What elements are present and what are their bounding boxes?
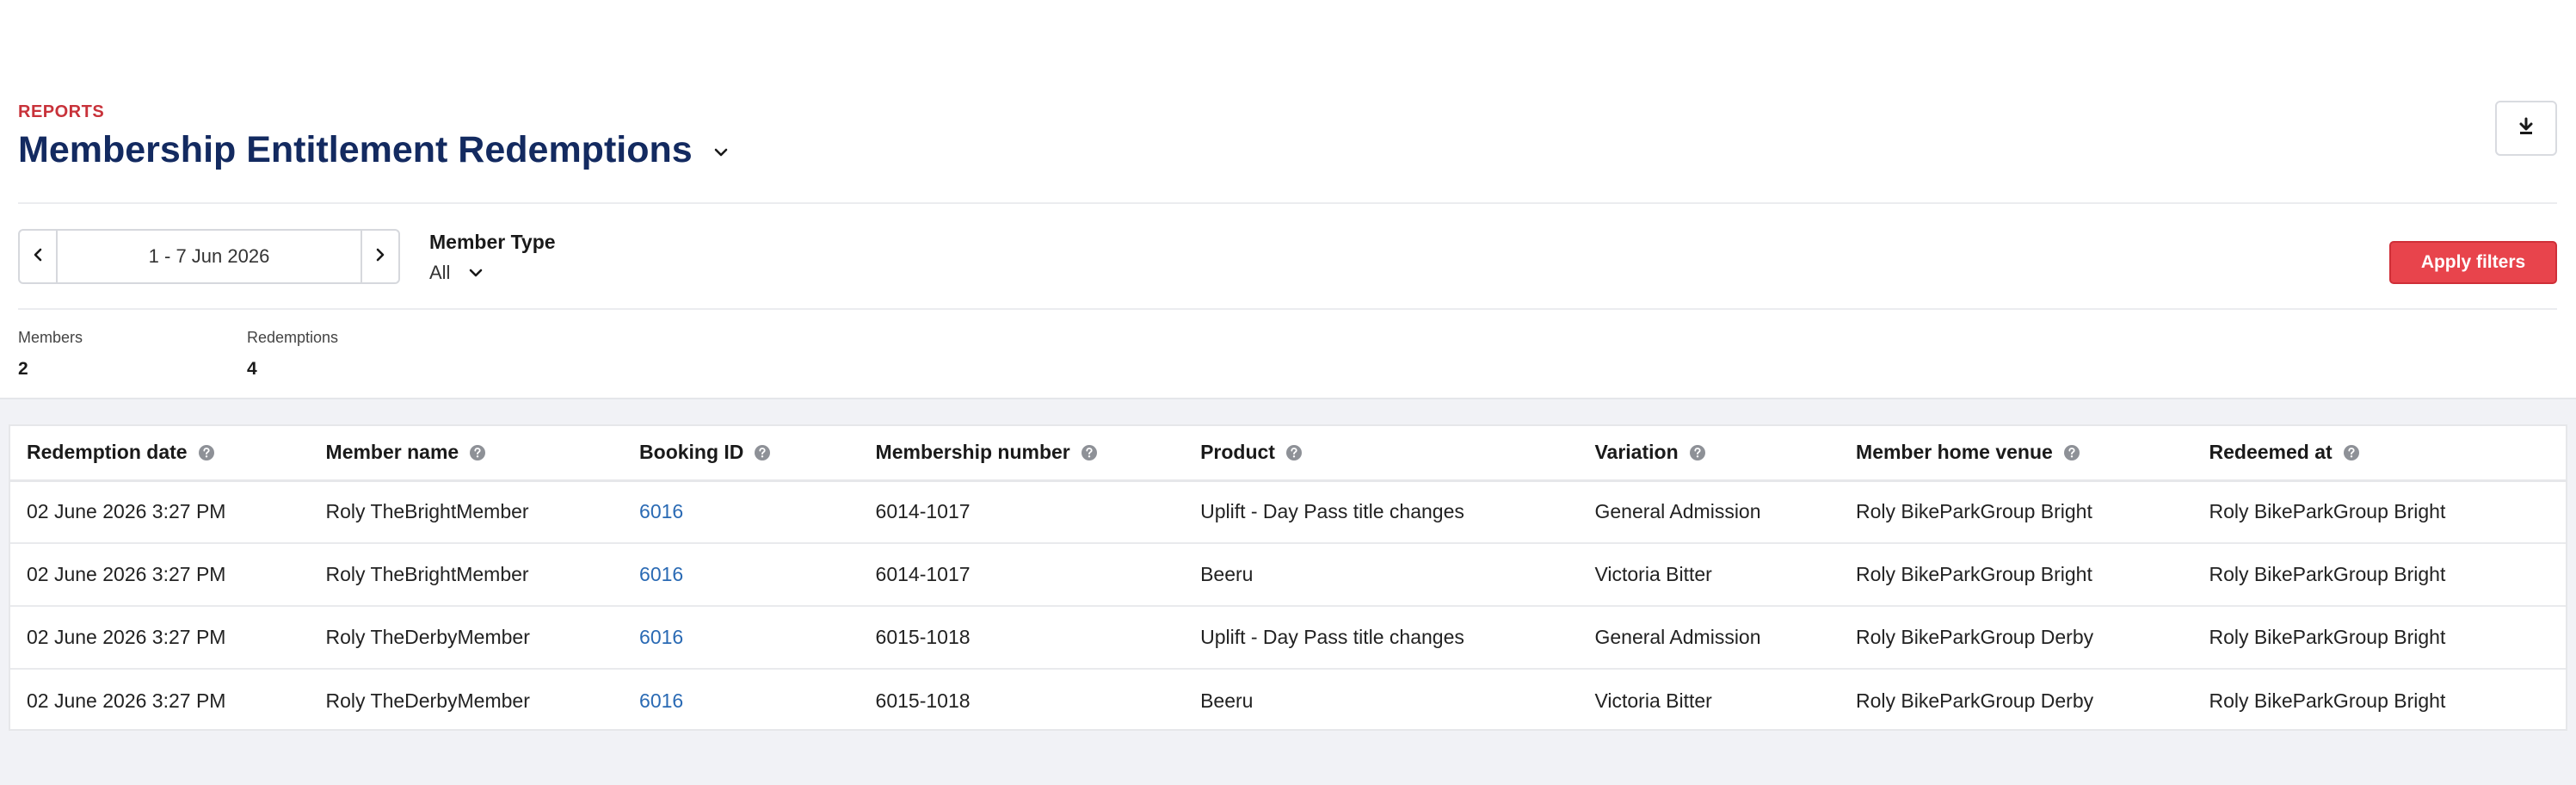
cell-member-home-venue: Roly BikeParkGroup Bright: [1856, 480, 2209, 544]
member-type-label: Member Type: [429, 231, 556, 253]
cell-member-name: Roly TheBrightMember: [325, 543, 640, 607]
table-row: 02 June 2026 3:27 PM Roly TheDerbyMember 6…: [10, 606, 2566, 670]
column-header-label: Redeemed at: [2209, 441, 2333, 464]
divider: [18, 202, 2557, 204]
column-header-label: Member name: [325, 441, 459, 464]
column-header-label: Redemption date: [27, 441, 188, 464]
members-value: 2: [18, 359, 28, 379]
previous-week-button[interactable]: [20, 231, 58, 282]
cell-membership-number: 6015-1018: [875, 606, 1201, 670]
report-selector[interactable]: Membership Entitlement Redemptions: [18, 124, 730, 176]
cell-member-name: Roly TheDerbyMember: [325, 689, 530, 712]
cell-redeemed-at: Roly BikeParkGroup Bright: [2209, 689, 2446, 712]
cell-membership-number: 6014-1017: [875, 480, 1201, 544]
chevron-right-icon: [376, 248, 385, 266]
cell-member-name: Roly TheBrightMember: [325, 480, 640, 544]
cell-variation: Victoria Bitter: [1594, 543, 1857, 607]
chevron-down-icon[interactable]: [712, 143, 730, 162]
cell-membership-number: 6014-1017: [875, 543, 1201, 607]
cell-variation: General Admission: [1594, 606, 1857, 670]
divider: [18, 308, 2557, 310]
cell-product: Beeru: [1200, 543, 1595, 607]
cell-product: Uplift - Day Pass title changes: [1200, 606, 1595, 670]
next-week-button[interactable]: [361, 231, 398, 282]
cell-member-home-venue: Roly BikeParkGroup Derby: [1856, 689, 2094, 712]
redemptions-table: Redemption date Member name Booking ID Memb…: [10, 426, 2566, 732]
booking-id-link[interactable]: 6016: [639, 606, 876, 670]
booking-id-link[interactable]: 6016: [639, 480, 876, 544]
cell-product: Uplift - Day Pass title changes: [1200, 480, 1595, 544]
question-circle-icon[interactable]: [469, 444, 486, 461]
redemptions-value: 4: [247, 359, 257, 379]
cell-redeemed-at: Roly BikeParkGroup Bright: [2209, 543, 2566, 607]
column-header-variation[interactable]: Variation: [1594, 426, 1857, 482]
cell-redemption-date: 02 June 2026 3:27 PM: [10, 480, 326, 544]
apply-filters-button[interactable]: Apply filters: [2389, 241, 2557, 284]
cell-product: Beeru: [1200, 689, 1254, 712]
table-row: 02 June 2026 3:27 PM Roly TheDerbyMember 6…: [10, 669, 2566, 732]
question-circle-icon[interactable]: [754, 444, 771, 461]
cell-variation: General Admission: [1594, 480, 1857, 544]
column-header-booking-id[interactable]: Booking ID: [639, 426, 876, 482]
column-header-product[interactable]: Product: [1200, 426, 1595, 482]
download-icon: [2517, 117, 2535, 140]
report-header: REPORTS Membership Entitlement Redemptio…: [0, 0, 2576, 398]
date-range-text[interactable]: 1 - 7 Jun 2026: [58, 231, 361, 282]
column-header-redemption-date[interactable]: Redemption date: [10, 426, 326, 482]
section-label: REPORTS: [18, 102, 105, 121]
date-range-picker: 1 - 7 Jun 2026: [18, 229, 400, 284]
cell-redemption-date: 02 June 2026 3:27 PM: [10, 543, 326, 607]
chevron-left-icon: [34, 248, 42, 266]
column-header-label: Product: [1200, 441, 1275, 464]
column-header-redeemed-at[interactable]: Redeemed at: [2209, 426, 2566, 482]
column-header-label: Member home venue: [1856, 441, 2053, 464]
redemptions-label: Redemptions: [247, 329, 339, 346]
table-row: 02 June 2026 3:27 PM Roly TheBrightMember…: [10, 480, 2566, 544]
cell-redemption-date: 02 June 2026 3:27 PM: [10, 606, 326, 670]
redemptions-stat: Redemptions 4: [247, 329, 338, 380]
cell-member-name: Roly TheDerbyMember: [325, 606, 640, 670]
members-label: Members: [18, 329, 83, 346]
cell-redeemed-at: Roly BikeParkGroup Bright: [2209, 480, 2566, 544]
cell-variation: Victoria Bitter: [1594, 689, 1712, 712]
redemptions-table-card: Redemption date Member name Booking ID Memb…: [9, 424, 2567, 731]
member-type-select[interactable]: All: [429, 262, 483, 284]
members-stat: Members 2: [18, 329, 83, 380]
cell-membership-number: 6015-1018: [875, 689, 971, 712]
column-header-label: Booking ID: [639, 441, 744, 464]
column-header-member-name[interactable]: Member name: [325, 426, 640, 482]
column-header-label: Variation: [1594, 441, 1679, 464]
table-header-row: Redemption date Member name Booking ID Memb…: [10, 426, 2566, 482]
cell-member-home-venue: Roly BikeParkGroup Derby: [1856, 606, 2209, 670]
column-header-label: Membership number: [875, 441, 1070, 464]
page-title: Membership Entitlement Redemptions: [18, 129, 693, 170]
table-row: 02 June 2026 3:27 PM Roly TheBrightMember…: [10, 543, 2566, 607]
question-circle-icon[interactable]: [1689, 444, 1706, 461]
question-circle-icon[interactable]: [1081, 444, 1098, 461]
question-circle-icon[interactable]: [1285, 444, 1303, 461]
booking-id-link[interactable]: 6016: [639, 669, 876, 732]
question-circle-icon[interactable]: [198, 444, 215, 461]
column-header-member-home-venue[interactable]: Member home venue: [1856, 426, 2209, 482]
column-header-membership-number[interactable]: Membership number: [875, 426, 1201, 482]
cell-redeemed-at: Roly BikeParkGroup Bright: [2209, 606, 2566, 670]
chevron-down-icon: [469, 269, 483, 277]
member-type-value: All: [429, 262, 451, 283]
download-button[interactable]: [2495, 101, 2557, 156]
question-circle-icon[interactable]: [2343, 444, 2360, 461]
cell-redemption-date: 02 June 2026 3:27 PM: [27, 689, 226, 712]
cell-member-home-venue: Roly BikeParkGroup Bright: [1856, 543, 2209, 607]
question-circle-icon[interactable]: [2063, 444, 2080, 461]
booking-id-link[interactable]: 6016: [639, 543, 876, 607]
